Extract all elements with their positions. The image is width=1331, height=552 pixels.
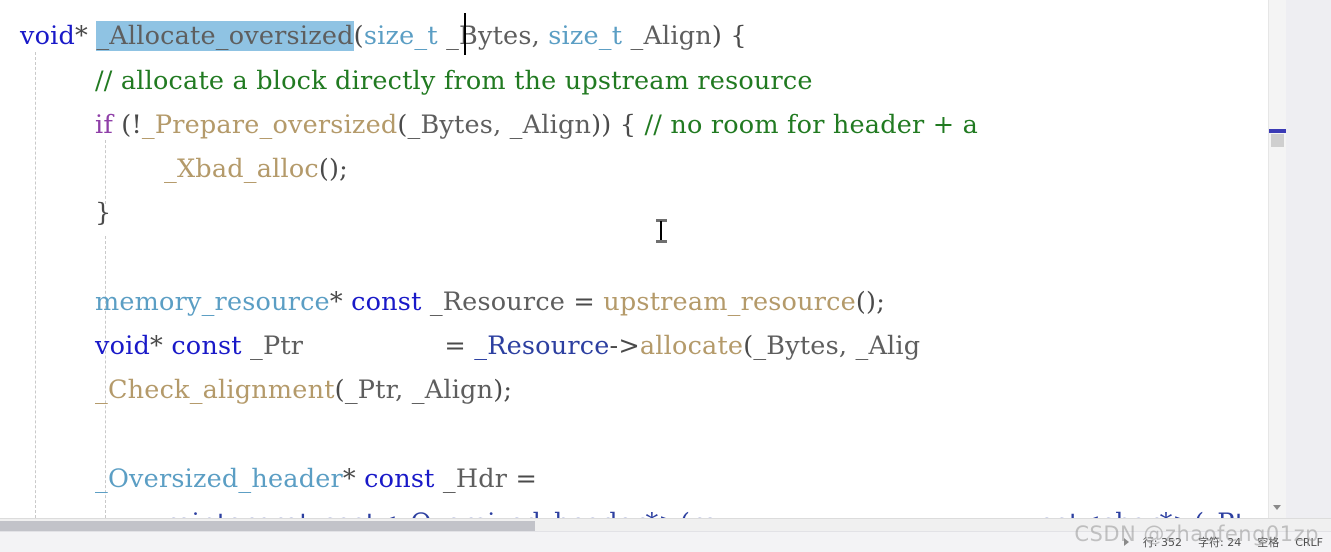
code-token: allocate (639, 331, 744, 361)
code-token: _Bytes, _Alig (753, 331, 921, 361)
code-token: )) { (591, 110, 645, 140)
code-token: * (329, 287, 352, 317)
code-token: // allocate a block directly from the up… (95, 66, 813, 96)
ibeam-stem (660, 221, 662, 241)
text-ibeam-cursor (656, 219, 667, 243)
code-token: ( (353, 21, 364, 51)
code-token: if (95, 110, 113, 140)
code-token: _Oversized_header (95, 464, 343, 494)
status-line-ending: CRLF (1295, 535, 1323, 549)
code-token: size_t (363, 21, 438, 51)
code-token: * (150, 331, 172, 361)
code-token: _Prepare_oversized (141, 110, 398, 140)
status-character: 字符: 24 (1198, 536, 1242, 549)
code-token: _Resource (421, 287, 566, 317)
scrollbar-change-marker (1269, 129, 1286, 133)
code-token: = (565, 287, 604, 317)
code-token: ast<char*>(_Pt (1040, 508, 1245, 518)
code-token: (! (113, 110, 142, 140)
code-token: (); (318, 154, 348, 184)
chevron-right-icon[interactable] (1123, 538, 1129, 546)
code-token: const (171, 331, 242, 361)
chevron-down-icon[interactable] (1273, 505, 1281, 510)
code-token: _Xbad_alloc (164, 154, 319, 184)
code-token: ( (397, 110, 408, 140)
code-token: _Hdr (434, 464, 508, 494)
code-token: void (95, 331, 151, 361)
code-token: = (507, 464, 538, 494)
code-token: ( (743, 331, 754, 361)
code-token: void (20, 21, 76, 51)
code-line-7[interactable]: void* const _Ptr = _Resource->allocate(_… (0, 324, 920, 368)
code-line-1[interactable]: void* _Allocate_oversized(size_t _Bytes,… (0, 14, 747, 58)
code-token: const (351, 287, 422, 317)
code-line-5[interactable]: } (0, 191, 111, 235)
code-line-4[interactable]: _Xbad_alloc(); (0, 147, 348, 191)
vertical-scrollbar-thumb[interactable] (1271, 134, 1284, 147)
code-token: _Bytes, _Align (407, 110, 592, 140)
code-token: } (95, 198, 112, 228)
code-line-11[interactable]: ast<char*>(_Pt (0, 501, 1245, 518)
code-token: _Resource (474, 331, 610, 361)
code-token: * (342, 464, 365, 494)
status-bar: 行: 352 字符: 24 空格 CRLF (0, 531, 1331, 552)
code-token: size_t (548, 21, 623, 51)
code-token: ); (493, 375, 513, 405)
code-line-6[interactable]: memory_resource* const _Resource = upstr… (0, 280, 885, 324)
code-token: memory_resource (95, 287, 330, 317)
ibeam-bottom-cap (656, 240, 667, 243)
code-token: _Ptr (241, 331, 304, 361)
code-token: const (364, 464, 435, 494)
status-line-number: 行: 352 (1142, 536, 1183, 549)
status-indent-mode: 空格 (1257, 536, 1280, 549)
code-token: ) { (711, 21, 747, 51)
code-line-8[interactable]: _Check_alignment(_Ptr, _Align); (0, 368, 512, 412)
code-line-2[interactable]: // allocate a block directly from the up… (0, 59, 813, 103)
code-token: ( (334, 375, 345, 405)
selected-identifier: _Allocate_oversized (96, 21, 354, 51)
code-token: _Check_alignment (95, 375, 335, 405)
code-token: _Bytes, (437, 21, 549, 51)
code-line-9[interactable]: _Oversized_header* const _Hdr = (0, 457, 537, 501)
code-token: * (75, 21, 97, 51)
code-editor[interactable]: void* _Allocate_oversized(size_t _Bytes,… (0, 0, 1331, 552)
right-gutter-pane (1286, 0, 1331, 518)
code-text-area[interactable]: void* _Allocate_oversized(size_t _Bytes,… (0, 0, 1286, 518)
code-token: = (436, 331, 475, 361)
code-line-3[interactable]: if (!_Prepare_oversized(_Bytes, _Align))… (0, 103, 978, 147)
code-token: (); (855, 287, 885, 317)
code-token: upstream_resource (603, 287, 856, 317)
vertical-scrollbar[interactable] (1268, 0, 1286, 518)
code-token: -> (609, 331, 640, 361)
code-token: _Align (622, 21, 712, 51)
code-token: _Ptr, _Align (344, 375, 494, 405)
code-token: // no room for header + a (644, 110, 978, 140)
text-caret (464, 13, 466, 55)
